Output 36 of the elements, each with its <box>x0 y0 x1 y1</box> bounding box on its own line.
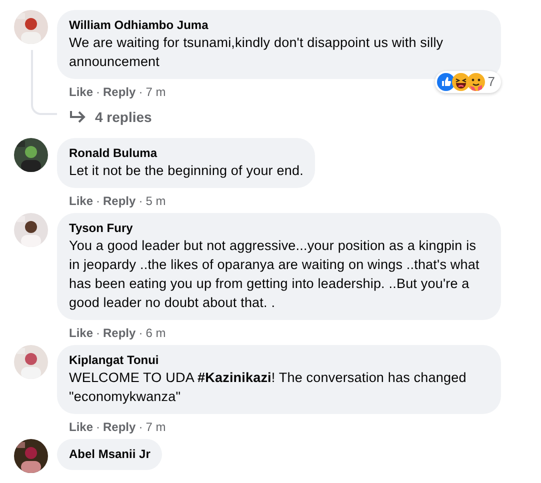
timestamp-link[interactable]: 7 m <box>146 82 166 100</box>
hugging-emoji-icon <box>466 73 485 91</box>
separator-dot: · <box>95 84 102 100</box>
separator-dot: · <box>138 324 144 342</box>
reply-link[interactable]: Reply <box>103 192 136 210</box>
separator-dot: · <box>95 192 102 210</box>
author-name[interactable]: William Odhiambo Juma <box>69 18 208 33</box>
view-replies-link[interactable]: 4 replies <box>69 104 152 130</box>
reply-link[interactable]: Reply <box>103 82 136 100</box>
thumbs-up-icon <box>436 73 455 91</box>
author-name[interactable]: Tyson Fury <box>69 221 133 236</box>
comment-text: WELCOME TO UDA #Kazinikazi! The conversation has changed "economykwanza" <box>69 369 468 406</box>
separator-dot: · <box>95 418 102 436</box>
separator-dot: · <box>138 84 144 100</box>
comment-text: We are waiting for tsunami,kindly don't disappoint us with silly announcement <box>69 34 444 71</box>
like-link[interactable]: Like <box>69 324 94 342</box>
like-link[interactable]: Like <box>69 82 94 100</box>
reply-arrow-icon <box>69 110 87 124</box>
comment-text: Let it not be the beginning of your end. <box>69 162 304 180</box>
separator-dot: · <box>138 418 144 436</box>
timestamp-link[interactable]: 7 m <box>146 418 166 436</box>
laughing-emoji-icon <box>452 73 470 91</box>
like-link[interactable]: Like <box>69 192 94 210</box>
author-name[interactable]: Kiplangat Tonui <box>69 353 159 368</box>
reactions-badge[interactable]: 7 <box>434 71 501 93</box>
author-name[interactable]: Ronald Buluma <box>69 146 158 161</box>
comment-text: You a good leader but not aggressive...your position as a kingpin is in jeopardy ..the likes of oparanya are waiting on wings ..that's what has been eating you up from getting into leadership. ..But you're a good leader no doubt about that. . <box>69 237 480 312</box>
author-name[interactable]: Abel Msanii Jr <box>69 447 150 462</box>
timestamp-link[interactable]: 5 m <box>146 192 166 210</box>
separator-dot: · <box>138 192 144 210</box>
reply-link[interactable]: Reply <box>103 418 136 436</box>
like-link[interactable]: Like <box>69 418 94 436</box>
separator-dot: · <box>95 324 102 342</box>
reply-link[interactable]: Reply <box>103 324 136 342</box>
reaction-count: 7 <box>488 73 495 92</box>
timestamp-link[interactable]: 6 m <box>146 324 166 342</box>
